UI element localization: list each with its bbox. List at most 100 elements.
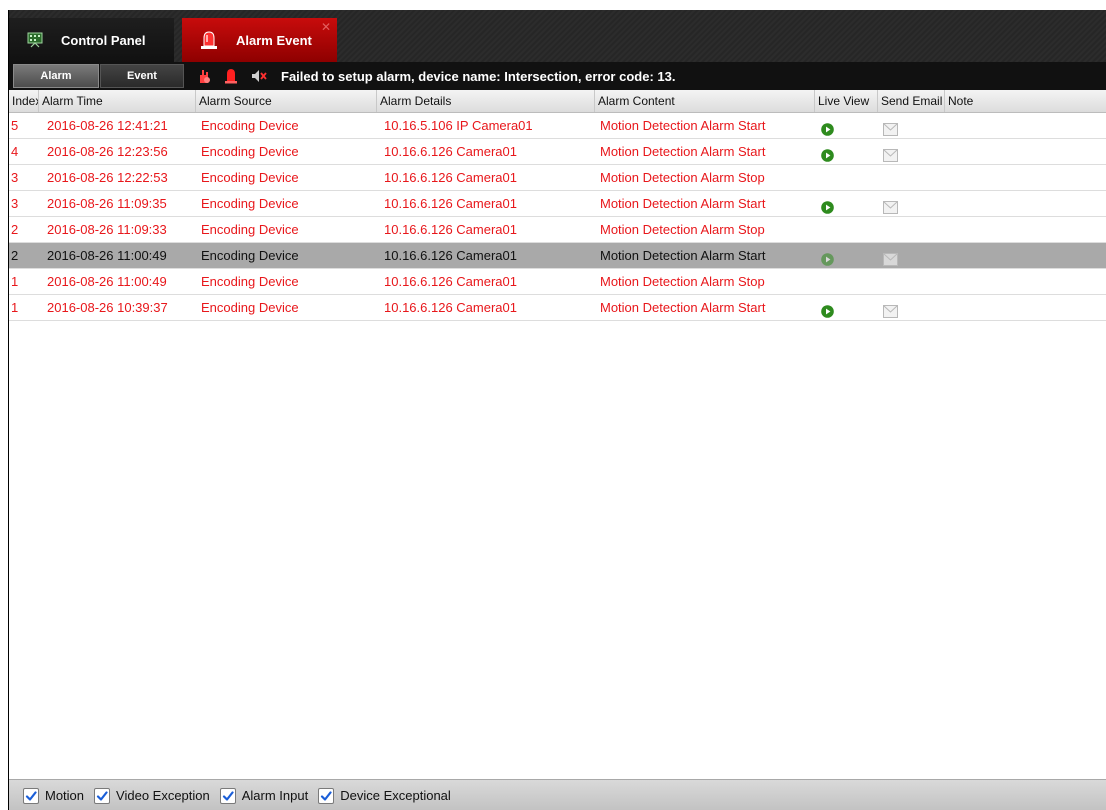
cell-alarm-time: 2016-08-26 12:41:21 [47, 118, 168, 133]
table-row[interactable]: 4 2016-08-26 12:23:56 Encoding Device 10.16… [9, 139, 1106, 165]
cell-alarm-source: Encoding Device [201, 300, 299, 315]
cell-alarm-details: 10.16.6.126 Camera01 [384, 222, 517, 237]
cell-alarm-details: 10.16.5.106 IP Camera01 [384, 118, 533, 133]
filter-alarm-input[interactable]: Alarm Input [219, 787, 309, 804]
cell-send-email [881, 113, 941, 138]
cell-live-view [817, 295, 877, 320]
cell-alarm-content: Motion Detection Alarm Start [600, 248, 766, 263]
tab-control-panel-label: Control Panel [61, 32, 146, 48]
cell-live-view [817, 217, 877, 242]
cell-alarm-source: Encoding Device [201, 196, 299, 211]
play-icon[interactable] [821, 249, 834, 268]
alarm-table: Index Alarm Time Alarm Source Alarm Deta… [9, 90, 1106, 779]
event-toggle-button[interactable]: Event [100, 64, 184, 88]
cell-alarm-source: Encoding Device [201, 274, 299, 289]
cell-live-view [817, 269, 877, 294]
mail-icon[interactable] [883, 197, 898, 216]
checkbox[interactable] [318, 787, 335, 804]
alarm-siren-icon[interactable] [224, 68, 238, 84]
mail-icon[interactable] [883, 301, 898, 320]
filter-device-exceptional[interactable]: Device Exceptional [318, 787, 451, 804]
cell-send-email [881, 269, 941, 294]
alarm-hand-icon[interactable] [197, 68, 211, 84]
table-row[interactable]: 1 2016-08-26 10:39:37 Encoding Device 10.16… [9, 295, 1106, 321]
table-row[interactable]: 1 2016-08-26 11:00:49 Encoding Device 10.16… [9, 269, 1106, 295]
filter-label: Device Exceptional [340, 788, 451, 803]
cell-alarm-source: Encoding Device [201, 170, 299, 185]
mute-speaker-icon[interactable] [251, 69, 267, 83]
cell-alarm-details: 10.16.6.126 Camera01 [384, 274, 517, 289]
checkmark-icon [222, 790, 234, 801]
cell-live-view [817, 113, 877, 138]
cell-alarm-time: 2016-08-26 10:39:37 [47, 300, 168, 315]
tab-alarm-event[interactable]: Alarm Event ✕ [182, 18, 337, 62]
column-header-note[interactable]: Note [945, 90, 1106, 112]
cell-alarm-time: 2016-08-26 12:22:53 [47, 170, 168, 185]
play-icon[interactable] [821, 145, 834, 164]
mail-icon[interactable] [883, 249, 898, 268]
filter-label: Motion [45, 788, 85, 803]
cell-alarm-details: 10.16.6.126 Camera01 [384, 170, 517, 185]
cell-alarm-time: 2016-08-26 11:00:49 [47, 248, 167, 263]
filter-video-exception[interactable]: Video Exception [94, 787, 210, 804]
table-header: Index Alarm Time Alarm Source Alarm Deta… [9, 90, 1106, 113]
cell-alarm-content: Motion Detection Alarm Stop [600, 222, 765, 237]
column-header-source[interactable]: Alarm Source [196, 90, 377, 112]
checkbox[interactable] [219, 787, 236, 804]
cell-index: 4 [11, 144, 19, 159]
cell-alarm-content: Motion Detection Alarm Start [600, 300, 766, 315]
cell-alarm-source: Encoding Device [201, 222, 299, 237]
filter-label: Video Exception [116, 788, 210, 803]
alarm-siren-icon [200, 30, 218, 50]
cell-alarm-content: Motion Detection Alarm Start [600, 196, 766, 211]
checkbox[interactable] [23, 787, 39, 804]
column-header-send-email[interactable]: Send Email [878, 90, 945, 112]
column-header-time[interactable]: Alarm Time [39, 90, 196, 112]
cell-alarm-time: 2016-08-26 11:09:33 [47, 222, 167, 237]
checkmark-icon [25, 790, 37, 801]
cell-alarm-time: 2016-08-26 11:09:35 [47, 196, 167, 211]
mail-icon[interactable] [883, 119, 898, 138]
play-icon[interactable] [821, 197, 834, 216]
filter-motion[interactable]: Motion [23, 787, 85, 804]
column-header-content[interactable]: Alarm Content [595, 90, 815, 112]
alarm-toolbar: Alarm Event Failed to setup alarm, devic… [9, 62, 1106, 90]
cell-send-email [881, 191, 941, 216]
cell-send-email [881, 217, 941, 242]
table-row[interactable]: 3 2016-08-26 11:09:35 Encoding Device 10.16… [9, 191, 1106, 217]
column-header-live-view[interactable]: Live View [815, 90, 878, 112]
tab-control-panel[interactable]: Control Panel [9, 18, 174, 62]
column-header-index[interactable]: Index [9, 90, 39, 112]
cell-send-email [881, 243, 941, 268]
table-row[interactable]: 2 2016-08-26 11:00:49 Encoding Device 10.16… [9, 243, 1106, 269]
cell-index: 2 [11, 248, 19, 263]
checkbox[interactable] [94, 787, 111, 804]
cell-send-email [881, 295, 941, 320]
cell-alarm-time: 2016-08-26 11:00:49 [47, 274, 167, 289]
cell-alarm-time: 2016-08-26 12:23:56 [47, 144, 168, 159]
alarm-event-window: Control Panel Alarm Event ✕ Alarm Event [8, 10, 1106, 810]
column-header-details[interactable]: Alarm Details [377, 90, 595, 112]
cell-index: 1 [11, 300, 19, 315]
table-row[interactable]: 2 2016-08-26 11:09:33 Encoding Device 10.16… [9, 217, 1106, 243]
close-icon[interactable]: ✕ [321, 20, 331, 34]
cell-alarm-content: Motion Detection Alarm Start [600, 144, 766, 159]
filter-label: Alarm Input [241, 788, 309, 803]
cell-alarm-source: Encoding Device [201, 118, 299, 133]
cell-alarm-source: Encoding Device [201, 248, 299, 263]
checkmark-icon [321, 790, 332, 801]
play-icon[interactable] [821, 119, 834, 138]
tab-bar: Control Panel Alarm Event ✕ [9, 10, 1106, 62]
status-message: Failed to setup alarm, device name: Inte… [281, 68, 676, 84]
cell-index: 5 [11, 118, 19, 133]
cell-alarm-details: 10.16.6.126 Camera01 [384, 144, 517, 159]
alarm-toggle-button[interactable]: Alarm [13, 64, 99, 88]
play-icon[interactable] [821, 301, 834, 320]
table-row[interactable]: 5 2016-08-26 12:41:21 Encoding Device 10.16… [9, 113, 1106, 139]
cell-index: 3 [11, 170, 19, 185]
cell-alarm-details: 10.16.6.126 Camera01 [384, 248, 517, 263]
cell-alarm-details: 10.16.6.126 Camera01 [384, 196, 517, 211]
table-row[interactable]: 3 2016-08-26 12:22:53 Encoding Device 10.16… [9, 165, 1106, 191]
mail-icon[interactable] [883, 145, 898, 164]
cell-live-view [817, 165, 877, 190]
